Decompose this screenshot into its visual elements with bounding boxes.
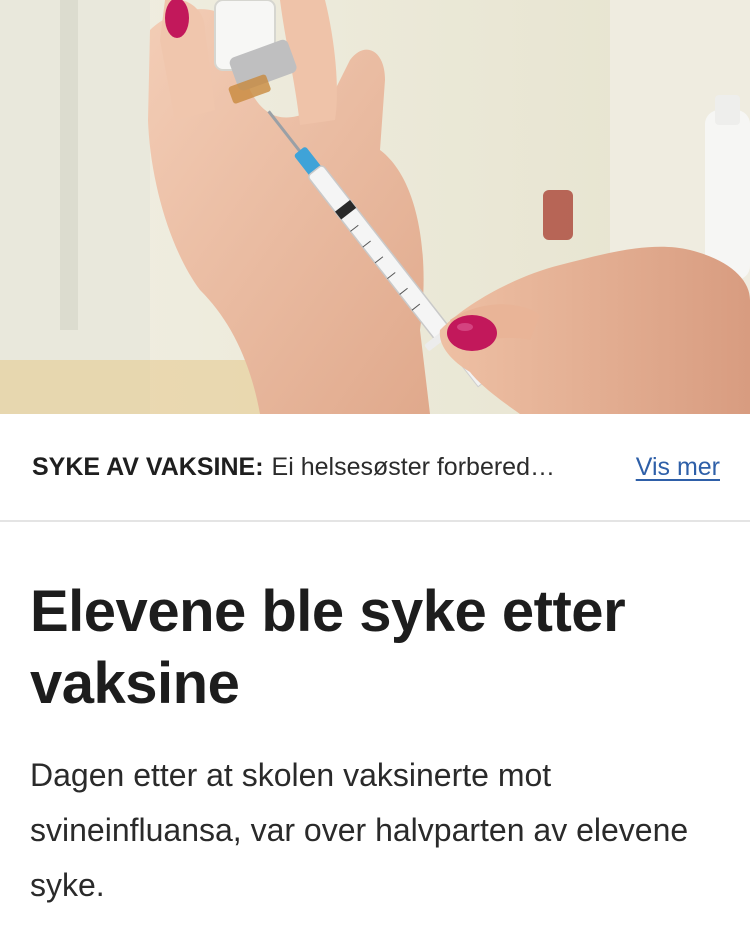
image-caption: SYKE AV VAKSINE: Ei helsesøster forbered… xyxy=(0,414,750,522)
vaccine-syringe-photo-icon xyxy=(0,0,750,414)
article-page: SYKE AV VAKSINE: Ei helsesøster forbered… xyxy=(0,0,750,937)
article-lead: Dagen etter at skolen vaksinerte mot svi… xyxy=(30,757,689,903)
caption-text: Ei helsesøster forbered… xyxy=(271,452,555,481)
article-headline: Elevene ble syke etter vaksine xyxy=(30,579,626,716)
hero-image[interactable] xyxy=(0,0,750,414)
show-more-link[interactable]: Vis mer xyxy=(636,454,720,480)
caption-label: SYKE AV VAKSINE: xyxy=(32,452,264,481)
